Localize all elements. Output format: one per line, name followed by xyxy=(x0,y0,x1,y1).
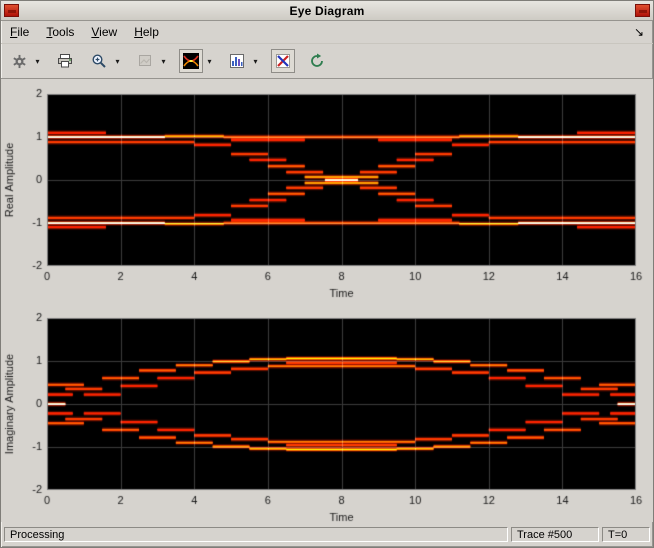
window-menu-button[interactable] xyxy=(4,4,19,17)
print-button[interactable] xyxy=(53,49,77,73)
eye-diagram-icon xyxy=(183,53,199,69)
printer-icon xyxy=(58,54,72,68)
menu-file[interactable]: File xyxy=(8,24,31,40)
dock-arrow-icon[interactable]: ↘ xyxy=(634,26,646,38)
status-trace-count: Trace #500 xyxy=(511,527,599,542)
settings-button[interactable] xyxy=(7,49,31,73)
toolbar-separator xyxy=(124,61,132,62)
histogram-dropdown-caret-icon[interactable]: ▾ xyxy=(250,49,261,73)
toolbar-separator xyxy=(296,61,304,62)
imaginary-amplitude-plot xyxy=(2,306,652,522)
settings-dropdown-caret-icon[interactable]: ▾ xyxy=(32,49,43,73)
figure-area xyxy=(1,79,653,522)
window-menu-icon xyxy=(8,10,16,13)
eye-diagram-window: Eye Diagram File Tools View Help ↘ ▾ ▾ ▾… xyxy=(0,0,654,548)
menu-tools[interactable]: Tools xyxy=(44,24,76,40)
image-placeholder-icon xyxy=(139,55,151,66)
menu-help[interactable]: Help xyxy=(132,24,161,40)
real-amplitude-plot xyxy=(2,82,652,306)
status-time: T=0 xyxy=(602,527,650,542)
toolbar-separator xyxy=(44,61,52,62)
refresh-icon xyxy=(311,53,323,67)
compare-traces-icon xyxy=(276,54,290,68)
window-title: Eye Diagram xyxy=(289,3,365,18)
statusbar: Processing Trace #500 T=0 xyxy=(1,522,653,547)
toolbar-separator xyxy=(78,61,86,62)
toolbar-separator xyxy=(262,61,270,62)
zoom-button[interactable] xyxy=(87,49,111,73)
menubar: File Tools View Help ↘ xyxy=(1,21,653,44)
magnifier-zoom-icon xyxy=(92,54,106,68)
eye-diagram-button[interactable] xyxy=(179,49,203,73)
gear-icon xyxy=(12,54,26,68)
zoom-dropdown-caret-icon[interactable]: ▾ xyxy=(112,49,123,73)
menu-view[interactable]: View xyxy=(89,24,119,40)
toolbar: ▾ ▾ ▾ ▾ ▾ xyxy=(1,44,653,79)
status-message: Processing xyxy=(4,527,508,542)
histogram-icon xyxy=(230,54,244,68)
refresh-button[interactable] xyxy=(305,49,329,73)
compare-button[interactable] xyxy=(271,49,295,73)
histogram-button[interactable] xyxy=(225,49,249,73)
snapshot-button[interactable] xyxy=(133,49,157,73)
toolbar-separator xyxy=(170,61,178,62)
snapshot-dropdown-caret-icon[interactable]: ▾ xyxy=(158,49,169,73)
eye-diagram-dropdown-caret-icon[interactable]: ▾ xyxy=(204,49,215,73)
window-close-icon xyxy=(639,10,647,13)
titlebar: Eye Diagram xyxy=(1,1,653,21)
window-close-button[interactable] xyxy=(635,4,650,17)
toolbar-separator xyxy=(216,61,224,62)
